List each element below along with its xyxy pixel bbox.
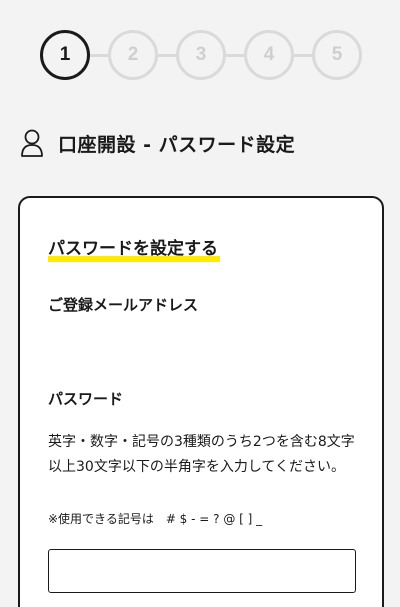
step-connector	[90, 53, 108, 57]
password-label: パスワード	[48, 390, 124, 408]
section-heading: パスワードを設定する	[48, 239, 218, 259]
step-connector	[294, 53, 312, 57]
step-3: 3	[176, 30, 226, 80]
page-header: 口座開設 - パスワード設定	[20, 128, 295, 158]
step-connector	[226, 53, 244, 57]
progress-stepper: 1 2 3 4 5	[40, 30, 362, 80]
step-4: 4	[244, 30, 294, 80]
step-5: 5	[312, 30, 362, 80]
email-label: ご登録メールアドレス	[48, 296, 199, 314]
password-hint: 英字・数字・記号の3種類のうち2つを含む8文字以上30文字以下の半角字を入力して…	[48, 434, 355, 475]
step-1: 1	[40, 30, 90, 80]
allowed-symbols-note: ※使用できる記号は # $ - = ? @ [ ] _	[48, 512, 263, 526]
password-form-card: パスワードを設定する ご登録メールアドレス パスワード 英字・数字・記号の3種類…	[18, 196, 384, 607]
step-2: 2	[108, 30, 158, 80]
password-input[interactable]	[48, 549, 356, 593]
step-connector	[158, 53, 176, 57]
user-icon	[21, 129, 43, 157]
page-title: 口座開設 - パスワード設定	[58, 133, 296, 156]
